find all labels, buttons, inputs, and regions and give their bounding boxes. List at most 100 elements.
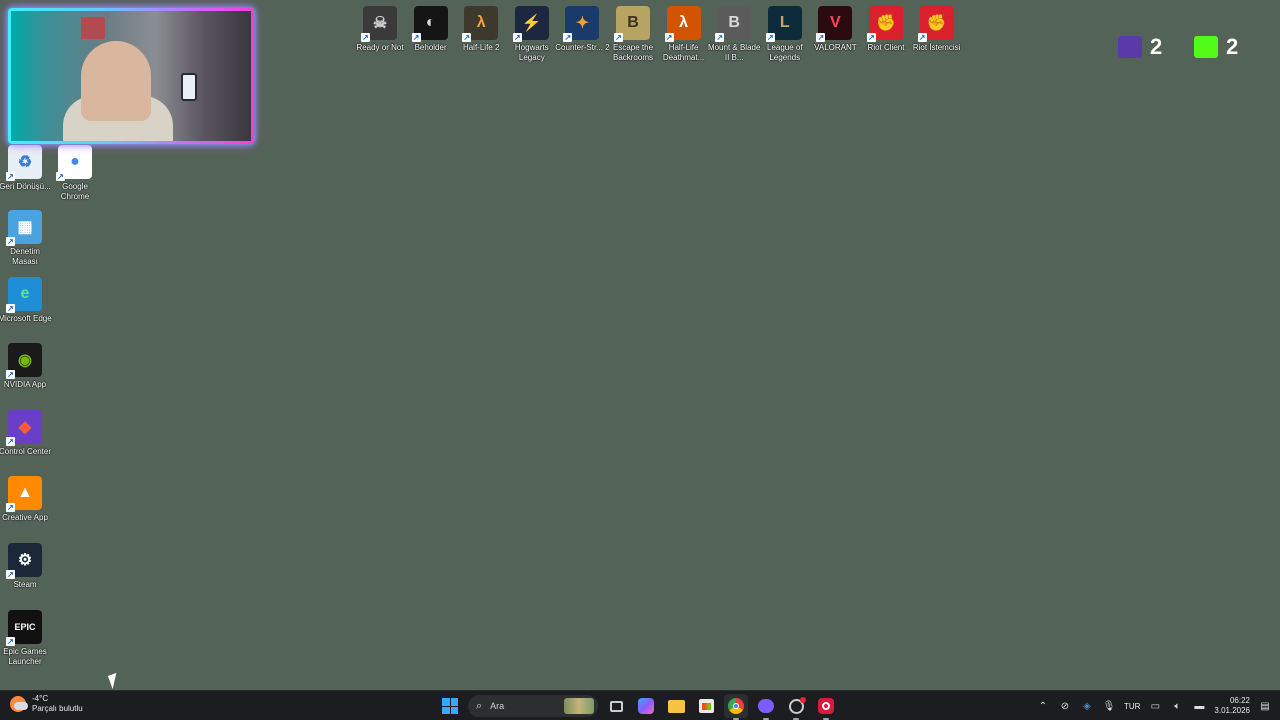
- microphone-icon[interactable]: 🎙︎: [1102, 699, 1116, 713]
- shortcut-label: Riot İstemcisi: [912, 43, 961, 52]
- epic-games-icon: EPIC ↗: [6, 610, 42, 646]
- search-placeholder: Ara: [490, 701, 505, 711]
- valorant-icon: V ↗: [816, 6, 853, 42]
- counter-strike-2-shortcut[interactable]: ✦ ↗ Counter-Str... 2: [555, 6, 610, 53]
- kick-count: 2: [1226, 34, 1239, 59]
- folder-icon: [667, 699, 685, 713]
- webcam-feed: [11, 11, 251, 141]
- webcam-overlay: [8, 8, 254, 144]
- counter-strike-2-icon: ✦ ↗: [563, 6, 600, 42]
- hogwarts-legacy-shortcut[interactable]: ⚡ ↗ Hogwarts Legacy: [507, 6, 557, 63]
- shortcut-arrow-icon: ↗: [6, 172, 15, 181]
- app-icon: [788, 696, 806, 714]
- shortcut-arrow-icon: ↗: [361, 33, 370, 42]
- shortcut-label: Escape the Backrooms: [612, 43, 654, 62]
- kick-counter: 2: [1194, 34, 1238, 60]
- recording-app-taskbar-button[interactable]: [814, 694, 838, 720]
- chrome-taskbar-button[interactable]: [724, 694, 748, 720]
- shortcut-label: Epic Games Launcher: [3, 647, 47, 666]
- shortcut-arrow-icon: ↗: [6, 370, 15, 379]
- record-icon: [818, 698, 834, 714]
- steam-icon: ⚙ ↗: [6, 543, 42, 579]
- copilot-button[interactable]: [634, 694, 658, 718]
- microphone: [181, 73, 197, 101]
- microsoft-edge-icon: e ↗: [6, 277, 42, 313]
- half-life-deathmatch-shortcut[interactable]: λ ↗ Half-Life Deathmat...: [659, 6, 709, 63]
- nvidia-app-shortcut[interactable]: ◉ ↗ NVIDIA App: [0, 343, 50, 390]
- nvidia-app-icon: ◉ ↗: [6, 343, 42, 379]
- half-life-deathmatch-icon: λ ↗: [664, 6, 701, 42]
- display-icon[interactable]: ▭: [1148, 699, 1162, 713]
- control-center-icon: ◆ ↗: [6, 410, 42, 446]
- shortcut-label: League of Legends: [767, 43, 803, 62]
- steam-shortcut[interactable]: ⚙ ↗ Steam: [0, 543, 50, 590]
- taskbar-search[interactable]: ⌕ Ara: [468, 695, 598, 717]
- task-view-icon: [609, 700, 623, 712]
- beholder-shortcut[interactable]: ◐ ↗ Beholder: [406, 6, 456, 53]
- control-panel-shortcut[interactable]: ▦ ↗ Denetim Masası: [0, 210, 50, 267]
- control-center-shortcut[interactable]: ◆ ↗ Control Center: [0, 410, 51, 457]
- league-of-legends-shortcut[interactable]: L ↗ League of Legends: [760, 6, 810, 63]
- chat-app-taskbar-button[interactable]: [754, 694, 778, 720]
- app-taskbar-button[interactable]: [784, 694, 808, 720]
- shortcut-label: NVIDIA App: [3, 380, 47, 389]
- language-indicator[interactable]: TUR: [1124, 702, 1140, 711]
- recycle-bin-shortcut[interactable]: ♻ ↗ Geri Dönüşü...: [0, 145, 51, 192]
- mouse-cursor-icon: [107, 672, 122, 690]
- microsoft-edge-shortcut[interactable]: e ↗ Microsoft Edge: [0, 277, 52, 324]
- half-life-2-shortcut[interactable]: λ ↗ Half-Life 2: [456, 6, 506, 53]
- shortcut-arrow-icon: ↗: [6, 570, 15, 579]
- shortcut-arrow-icon: ↗: [816, 33, 826, 42]
- shortcut-arrow-icon: ↗: [6, 437, 15, 446]
- shortcut-arrow-icon: ↗: [411, 33, 421, 42]
- escape-the-backrooms-shortcut[interactable]: B ↗ Escape the Backrooms: [608, 6, 658, 63]
- microsoft-store-button[interactable]: [694, 694, 718, 718]
- creative-app-shortcut[interactable]: ▲ ↗ Creative App: [0, 476, 50, 523]
- clock[interactable]: 06:22 3.01.2026: [1214, 696, 1250, 716]
- google-chrome-icon: ● ↗: [56, 145, 92, 181]
- recycle-bin-icon: ♻ ↗: [6, 145, 42, 181]
- network-off-icon[interactable]: ⊘: [1058, 699, 1072, 713]
- shortcut-arrow-icon: ↗: [6, 503, 15, 512]
- hogwarts-legacy-icon: ⚡ ↗: [512, 6, 549, 42]
- riot-istemcisi-shortcut[interactable]: ✊ ↗ Riot İstemcisi: [912, 6, 962, 53]
- shortcut-label: Riot Client: [867, 43, 905, 52]
- shortcut-arrow-icon: ↗: [56, 172, 65, 181]
- shortcut-arrow-icon: ↗: [765, 33, 775, 42]
- start-button[interactable]: [438, 694, 462, 718]
- beholder-icon: ◐ ↗: [411, 6, 448, 42]
- search-icon: ⌕: [476, 699, 483, 712]
- shortcut-label: Half-Life 2: [462, 43, 500, 52]
- store-icon: [698, 699, 714, 713]
- riot-istemcisi-icon: ✊ ↗: [917, 6, 954, 42]
- shortcut-label: Google Chrome: [60, 182, 90, 201]
- security-shield-icon[interactable]: ◈: [1080, 699, 1094, 713]
- shortcut-label: Denetim Masası: [10, 247, 40, 266]
- epic-games-shortcut[interactable]: EPIC ↗ Epic Games Launcher: [0, 610, 50, 667]
- windows-logo-icon: [442, 698, 458, 714]
- clock-date: 3.01.2026: [1214, 706, 1250, 715]
- weather-widget[interactable]: -4°C Parçalı bulutlu: [10, 694, 83, 714]
- taskbar-apps: ⌕ Ara: [438, 694, 838, 720]
- shortcut-arrow-icon: ↗: [664, 33, 674, 42]
- shortcut-arrow-icon: ↗: [715, 33, 725, 42]
- ready-or-not-shortcut[interactable]: ☠ ↗ Ready or Not: [355, 6, 405, 53]
- mount-and-blade-shortcut[interactable]: B ↗ Mount & Blade II B...: [708, 6, 760, 63]
- chat-app-icon: [758, 699, 774, 713]
- shortcut-label: Ready or Not: [356, 43, 404, 52]
- google-chrome-shortcut[interactable]: ● ↗ Google Chrome: [50, 145, 100, 202]
- shortcut-arrow-icon: ↗: [512, 33, 522, 42]
- task-view-button[interactable]: [604, 694, 628, 718]
- notification-icon[interactable]: ▤: [1258, 699, 1272, 713]
- volume-icon[interactable]: 🔈︎: [1170, 699, 1184, 713]
- valorant-shortcut[interactable]: V ↗ VALORANT: [810, 6, 860, 53]
- battery-icon[interactable]: ▬: [1192, 699, 1206, 713]
- riot-client-shortcut[interactable]: ✊ ↗ Riot Client: [861, 6, 911, 53]
- weather-temp: -4°C: [32, 694, 49, 703]
- shortcut-arrow-icon: ↗: [6, 637, 15, 646]
- taskbar: -4°C Parçalı bulutlu ⌕ Ara ⌃ ⊘ ◈ 🎙︎ TUR …: [0, 690, 1280, 720]
- mount-and-blade-icon: B ↗: [715, 6, 752, 42]
- file-explorer-button[interactable]: [664, 694, 688, 718]
- shortcut-arrow-icon: ↗: [462, 33, 472, 42]
- show-hidden-icons-chevron-icon[interactable]: ⌃: [1036, 699, 1050, 713]
